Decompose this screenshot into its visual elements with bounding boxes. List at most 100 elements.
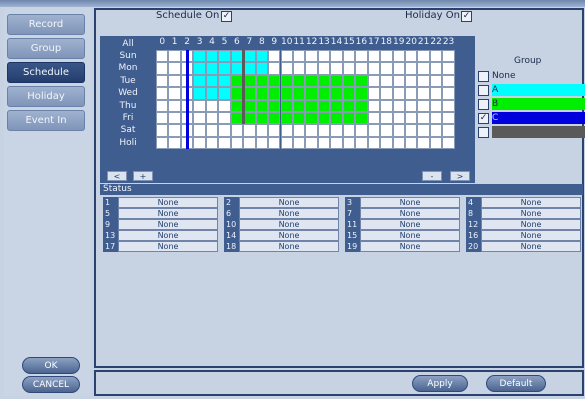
hour-label[interactable]: 20	[405, 37, 417, 49]
schedule-cell[interactable]	[193, 87, 206, 100]
group-option-checkbox[interactable]	[478, 85, 489, 96]
schedule-cell[interactable]	[380, 74, 393, 88]
group-option-checkbox[interactable]	[478, 99, 489, 110]
schedule-cell[interactable]	[205, 87, 219, 100]
schedule-cell[interactable]	[168, 50, 181, 63]
schedule-cell[interactable]	[292, 112, 306, 125]
schedule-cell[interactable]	[355, 62, 368, 75]
schedule-cell[interactable]	[429, 62, 443, 75]
hour-label[interactable]: 1	[168, 37, 180, 49]
schedule-cell[interactable]	[405, 136, 418, 150]
schedule-cell[interactable]	[355, 74, 368, 88]
schedule-cell[interactable]	[317, 74, 331, 88]
schedule-cell[interactable]	[193, 74, 206, 88]
schedule-cell[interactable]	[417, 99, 430, 112]
schedule-on-checkbox[interactable]: ✓	[221, 11, 232, 22]
schedule-cell[interactable]	[355, 50, 368, 63]
schedule-cell[interactable]	[442, 99, 455, 112]
hour-label[interactable]: 9	[268, 37, 280, 49]
schedule-cell[interactable]	[280, 50, 293, 63]
schedule-cell[interactable]	[342, 112, 356, 125]
schedule-cell[interactable]	[156, 87, 169, 100]
schedule-cell[interactable]	[268, 74, 281, 88]
schedule-cell[interactable]	[330, 124, 343, 137]
all-button[interactable]: All	[100, 38, 156, 50]
schedule-cell[interactable]	[355, 112, 368, 125]
schedule-cell[interactable]	[429, 136, 443, 150]
day-label[interactable]: Wed	[100, 87, 156, 99]
schedule-cell[interactable]	[292, 74, 306, 88]
schedule-cell[interactable]	[367, 50, 381, 63]
schedule-cell[interactable]	[417, 124, 430, 137]
schedule-cell[interactable]	[230, 124, 244, 137]
schedule-cell[interactable]	[268, 99, 281, 112]
schedule-cell[interactable]	[280, 99, 293, 112]
schedule-cell[interactable]	[193, 136, 206, 150]
nav-schedule[interactable]: Schedule	[7, 62, 85, 83]
schedule-cell[interactable]	[205, 136, 219, 150]
hour-label[interactable]: 6	[231, 37, 243, 49]
grid-add-button[interactable]: +	[133, 171, 153, 181]
schedule-cell[interactable]	[243, 136, 256, 150]
schedule-cell[interactable]	[367, 99, 381, 112]
hour-label[interactable]: 4	[206, 37, 218, 49]
schedule-cell[interactable]	[292, 99, 306, 112]
day-label[interactable]: Sat	[100, 124, 156, 136]
schedule-cell[interactable]	[156, 74, 169, 88]
schedule-cell[interactable]	[342, 74, 356, 88]
schedule-cell[interactable]	[317, 124, 331, 137]
schedule-cell[interactable]	[342, 87, 356, 100]
schedule-cell[interactable]	[230, 136, 244, 150]
hour-label[interactable]: 16	[355, 37, 367, 49]
schedule-cell[interactable]	[255, 112, 269, 125]
schedule-cell[interactable]	[292, 87, 306, 100]
schedule-cell[interactable]	[417, 136, 430, 150]
group-option-checkbox[interactable]: ✓	[478, 113, 489, 124]
schedule-cell[interactable]	[193, 99, 206, 112]
schedule-cell[interactable]	[305, 136, 318, 150]
schedule-cell[interactable]	[380, 62, 393, 75]
schedule-cell[interactable]	[367, 74, 381, 88]
schedule-cell[interactable]	[292, 124, 306, 137]
schedule-cell[interactable]	[218, 99, 231, 112]
schedule-cell[interactable]	[405, 112, 418, 125]
schedule-cell[interactable]	[392, 62, 405, 75]
hour-label[interactable]: 0	[156, 37, 168, 49]
schedule-cell[interactable]	[168, 136, 181, 150]
schedule-cell[interactable]	[317, 112, 331, 125]
hour-label[interactable]: 18	[380, 37, 392, 49]
schedule-cell[interactable]	[268, 124, 281, 137]
schedule-cell[interactable]	[429, 87, 443, 100]
grid-next-button[interactable]: >	[450, 171, 470, 181]
schedule-cell[interactable]	[442, 112, 455, 125]
cancel-button[interactable]: CANCEL	[22, 376, 80, 393]
schedule-cell[interactable]	[429, 50, 443, 63]
schedule-cell[interactable]	[405, 50, 418, 63]
group-option-checkbox[interactable]	[478, 127, 489, 138]
schedule-cell[interactable]	[317, 50, 331, 63]
schedule-cell[interactable]	[268, 50, 281, 63]
schedule-cell[interactable]	[317, 99, 331, 112]
schedule-cell[interactable]	[280, 136, 293, 150]
day-label[interactable]: Holi	[100, 137, 156, 149]
day-label[interactable]: Mon	[100, 62, 156, 74]
schedule-cell[interactable]	[355, 136, 368, 150]
schedule-cell[interactable]	[442, 50, 455, 63]
schedule-cell[interactable]	[405, 74, 418, 88]
schedule-cell[interactable]	[255, 136, 269, 150]
schedule-cell[interactable]	[255, 87, 269, 100]
schedule-cell[interactable]	[342, 99, 356, 112]
schedule-cell[interactable]	[218, 124, 231, 137]
schedule-cell[interactable]	[305, 62, 318, 75]
hour-label[interactable]: 10	[281, 37, 293, 49]
default-button[interactable]: Default	[486, 375, 546, 392]
schedule-cell[interactable]	[330, 136, 343, 150]
schedule-cell[interactable]	[442, 136, 455, 150]
schedule-cell[interactable]	[392, 87, 405, 100]
schedule-cell[interactable]	[218, 87, 231, 100]
schedule-cell[interactable]	[292, 50, 306, 63]
schedule-cell[interactable]	[218, 112, 231, 125]
apply-button[interactable]: Apply	[412, 375, 468, 392]
schedule-cell[interactable]	[168, 74, 181, 88]
schedule-cell[interactable]	[205, 99, 219, 112]
